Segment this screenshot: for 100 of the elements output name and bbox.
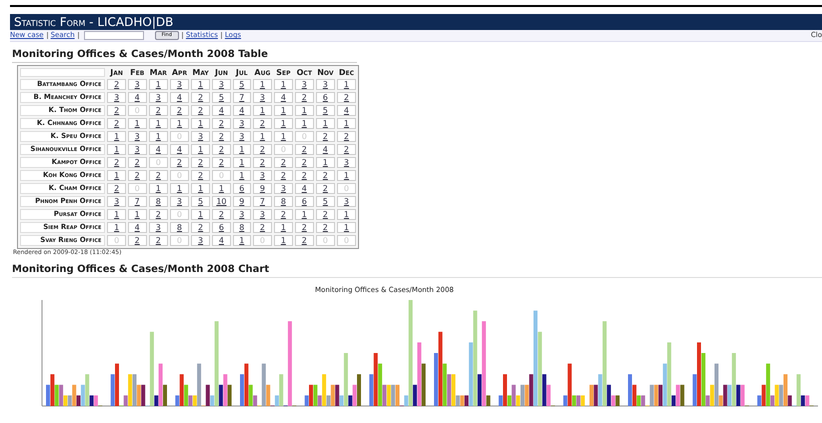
count-link[interactable]: 3: [239, 210, 244, 219]
count-link[interactable]: 2: [218, 119, 224, 128]
count-link[interactable]: 3: [260, 210, 265, 219]
count-link[interactable]: 2: [302, 171, 307, 180]
count-link[interactable]: 1: [114, 132, 120, 141]
count-link[interactable]: 1: [344, 80, 350, 89]
count-link[interactable]: 2: [176, 106, 182, 115]
count-link[interactable]: 3: [344, 158, 350, 167]
count-link[interactable]: 2: [302, 236, 307, 245]
count-link[interactable]: 3: [302, 80, 307, 89]
count-link[interactable]: 1: [176, 119, 182, 128]
count-link[interactable]: 3: [260, 171, 265, 180]
count-link[interactable]: 2: [280, 171, 286, 180]
count-link[interactable]: 8: [239, 223, 244, 232]
count-link[interactable]: 9: [260, 184, 265, 193]
count-link[interactable]: 2: [156, 210, 161, 219]
count-link[interactable]: 5: [239, 80, 244, 89]
count-link[interactable]: 1: [239, 236, 244, 245]
count-link[interactable]: 2: [198, 158, 204, 167]
count-link[interactable]: 6: [302, 197, 307, 206]
count-link[interactable]: 3: [176, 80, 182, 89]
count-link[interactable]: 1: [260, 132, 265, 141]
count-link[interactable]: 2: [322, 210, 328, 219]
count-link[interactable]: 2: [260, 223, 265, 232]
search-field[interactable]: [84, 31, 144, 40]
count-link[interactable]: 2: [280, 210, 286, 219]
count-link[interactable]: 2: [344, 145, 350, 154]
count-link[interactable]: 4: [134, 93, 140, 102]
count-link[interactable]: 2: [156, 106, 161, 115]
count-link[interactable]: 3: [134, 80, 140, 89]
count-link[interactable]: 1: [239, 145, 244, 154]
count-link[interactable]: 2: [218, 158, 224, 167]
count-link[interactable]: 6: [218, 223, 224, 232]
count-link[interactable]: 1: [260, 106, 265, 115]
count-link[interactable]: 4: [134, 223, 140, 232]
count-link[interactable]: 4: [302, 184, 307, 193]
count-link[interactable]: 4: [176, 145, 182, 154]
count-link[interactable]: 2: [156, 236, 161, 245]
count-link[interactable]: 1: [134, 119, 140, 128]
count-link[interactable]: 2: [302, 158, 307, 167]
count-link[interactable]: 2: [198, 171, 204, 180]
count-link[interactable]: 1: [176, 184, 182, 193]
count-link[interactable]: 8: [176, 223, 182, 232]
count-link[interactable]: 1: [280, 80, 286, 89]
count-link[interactable]: 2: [218, 210, 224, 219]
count-link[interactable]: 7: [239, 93, 244, 102]
count-link[interactable]: 2: [344, 93, 350, 102]
count-link[interactable]: 1: [280, 236, 286, 245]
count-link[interactable]: 1: [198, 145, 204, 154]
count-link[interactable]: 1: [302, 106, 307, 115]
count-link[interactable]: 1: [302, 210, 307, 219]
count-link[interactable]: 1: [114, 223, 120, 232]
count-link[interactable]: 5: [322, 197, 328, 206]
count-link[interactable]: 2: [114, 80, 120, 89]
count-link[interactable]: 1: [218, 184, 224, 193]
count-link[interactable]: 3: [322, 80, 328, 89]
count-link[interactable]: 3: [156, 93, 161, 102]
count-link[interactable]: 4: [218, 106, 224, 115]
count-link[interactable]: 4: [280, 93, 286, 102]
count-link[interactable]: 1: [198, 184, 204, 193]
count-link[interactable]: 4: [239, 106, 244, 115]
count-link[interactable]: 3: [239, 132, 244, 141]
count-link[interactable]: 1: [156, 132, 161, 141]
count-link[interactable]: 1: [344, 171, 350, 180]
count-link[interactable]: 4: [218, 236, 224, 245]
count-link[interactable]: 8: [280, 197, 286, 206]
count-link[interactable]: 2: [134, 158, 140, 167]
count-link[interactable]: 1: [322, 119, 328, 128]
count-link[interactable]: 3: [260, 93, 265, 102]
count-link[interactable]: 2: [322, 132, 328, 141]
count-link[interactable]: 4: [322, 145, 328, 154]
count-link[interactable]: 8: [156, 197, 161, 206]
count-link[interactable]: 4: [344, 106, 350, 115]
count-link[interactable]: 3: [218, 80, 224, 89]
count-link[interactable]: 2: [218, 145, 224, 154]
count-link[interactable]: 6: [239, 184, 244, 193]
count-link[interactable]: 2: [302, 145, 307, 154]
count-link[interactable]: 3: [344, 197, 350, 206]
count-link[interactable]: 2: [134, 236, 140, 245]
count-link[interactable]: 2: [302, 93, 307, 102]
count-link[interactable]: 2: [280, 158, 286, 167]
count-link[interactable]: 2: [322, 184, 328, 193]
count-link[interactable]: 2: [114, 106, 120, 115]
count-link[interactable]: 2: [322, 223, 328, 232]
count-link[interactable]: 1: [134, 210, 140, 219]
count-link[interactable]: 2: [176, 158, 182, 167]
count-link[interactable]: 2: [260, 119, 265, 128]
count-link[interactable]: 3: [239, 119, 244, 128]
count-link[interactable]: 3: [114, 197, 120, 206]
count-link[interactable]: 2: [114, 119, 120, 128]
count-link[interactable]: 3: [114, 93, 120, 102]
count-link[interactable]: 1: [280, 223, 286, 232]
count-link[interactable]: 2: [218, 132, 224, 141]
count-link[interactable]: 2: [156, 171, 161, 180]
count-link[interactable]: 1: [302, 119, 307, 128]
count-link[interactable]: 3: [134, 132, 140, 141]
count-link[interactable]: 4: [176, 93, 182, 102]
count-link[interactable]: 5: [218, 93, 224, 102]
count-link[interactable]: 2: [344, 132, 350, 141]
count-link[interactable]: 5: [198, 197, 204, 206]
